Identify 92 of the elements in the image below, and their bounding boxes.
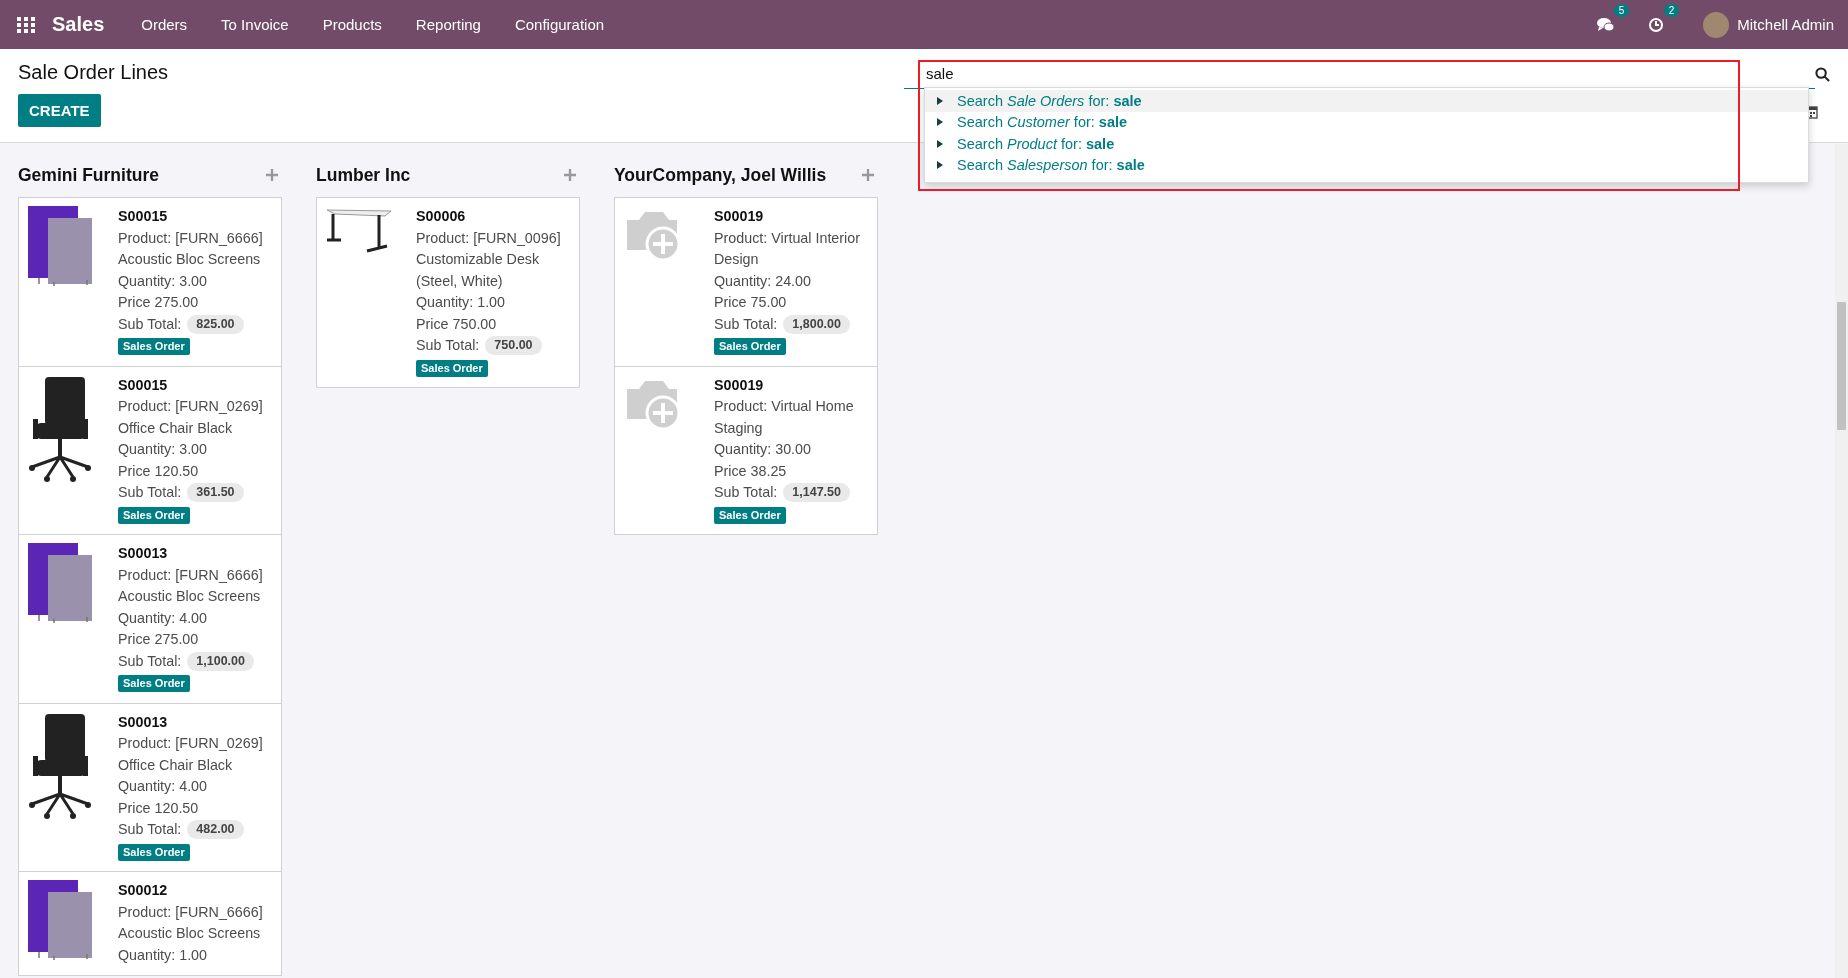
order-line-card[interactable]: S00013 Product: [FURN_0269] Office Chair Black Quantity: 4.00 Price 120.50 Sub Total: 482.00 Sales Order [18,702,282,872]
caret-icon [937,139,943,148]
chat-bubbles-icon[interactable] [1597,16,1616,33]
order-reference: S00012 [118,881,169,900]
order-line-card[interactable]: S00006 Product: [FURN_0096] Customizable Desk (Steel, White) Quantity: 1.00 Price 750.00 Sub Total: 750.00 Sales Order [316,197,580,388]
card-quantity: Quantity: 30.00 [714,440,812,459]
scrollbar-thumb[interactable] [1837,302,1846,430]
search-suggestion[interactable]: Search Sale Orders for: sale [925,90,1808,112]
menu-item[interactable]: Orders [124,0,205,49]
order-reference: S00015 [118,375,169,395]
create-button[interactable]: CREATE [18,94,101,127]
plus-icon[interactable] [862,169,874,181]
caret-icon [937,161,943,170]
card-quantity: Quantity: 3.00 [118,271,208,291]
scrollbar[interactable] [1835,144,1848,978]
menu-item[interactable]: Products [305,0,399,49]
card-price: Price 275.00 [118,630,200,649]
card-price: Price 75.00 [714,293,788,312]
subtotal-label: Sub Total: [714,483,778,502]
order-reference: S00013 [118,544,169,563]
page-title: Sale Order Lines [18,61,169,84]
app-name[interactable]: Sales [52,13,105,36]
activity-count-badge: 2 [1663,3,1680,17]
subtotal-amount: 825.00 [187,314,244,334]
subtotal-amount: 750.00 [485,336,542,356]
plus-icon[interactable] [564,169,576,181]
card-product: Product: [FURN_0269] Office Chair Black [118,734,264,775]
card-price: Price 275.00 [118,293,200,312]
caret-icon [937,96,943,105]
clock-icon[interactable] [1648,16,1665,33]
status-tag: Sales Order [118,506,190,524]
order-line-card[interactable]: S00013 Product: [FURN_6666] Acoustic Bloc Screens Quantity: 4.00 Price 275.00 Sub Total: 1,100.00 Sales Order [18,534,282,704]
apps-menu-icon[interactable] [16,14,36,35]
card-product: Product: Virtual Home Staging [714,397,855,438]
subtotal-label: Sub Total: [118,820,182,839]
card-quantity: Quantity: 24.00 [714,271,812,291]
card-quantity: Quantity: 4.00 [118,608,208,628]
search-suggestion[interactable]: Search Product for: sale [925,133,1808,155]
card-product: Product: [FURN_0269] Office Chair Black [118,397,264,438]
card-price: Price 750.00 [416,314,498,334]
card-price: Price 120.50 [118,798,200,818]
message-count-badge: 5 [1613,3,1630,17]
column-title: Gemini Furniture [18,164,159,186]
card-product: Product: [FURN_6666] Acoustic Bloc Screens [118,228,264,269]
order-reference: S00015 [118,207,169,226]
card-quantity: Quantity: 1.00 [416,293,506,312]
status-tag: Sales Order [416,359,488,377]
order-line-card[interactable]: S00019 Product: Virtual Home Staging Quantity: 30.00 Price 38.25 Sub Total: 1,147.50 Sales Order [614,365,878,535]
subtotal-amount: 1,800.00 [783,314,850,334]
user-avatar[interactable] [1703,11,1730,38]
order-reference: S00019 [714,207,765,226]
order-line-card[interactable]: S00019 Product: Virtual Interior Design Quantity: 24.00 Price 75.00 Sub Total: 1,800.00 Sales Order [614,197,878,367]
status-tag: Sales Order [118,675,190,692]
card-product: Product: [FURN_0096] Customizable Desk (Steel, White) [416,228,562,291]
search-suggestion[interactable]: Search Salesperson for: sale [925,154,1808,176]
card-quantity: Quantity: 3.00 [118,440,208,459]
column-title: Lumber Inc [316,164,411,186]
card-price: Price 38.25 [714,461,788,481]
menu-item[interactable]: To Invoice [204,0,306,49]
caret-icon [937,118,943,127]
search-suggestion[interactable]: Search Customer for: sale [925,111,1808,133]
plus-icon[interactable] [266,169,278,181]
user-name[interactable]: Mitchell Admin [1737,16,1834,33]
column-title: YourCompany, Joel Willis [614,164,827,186]
card-product: Product: [FURN_6666] Acoustic Bloc Screens [118,902,264,943]
order-line-card[interactable]: S00012 Product: [FURN_6666] Acoustic Bloc Screens Quantity: 1.00 [18,871,282,976]
subtotal-amount: 1,147.50 [783,483,850,503]
status-tag: Sales Order [714,506,786,524]
order-reference: S00019 [714,375,765,395]
card-quantity: Quantity: 1.00 [118,945,208,965]
status-tag: Sales Order [714,338,786,355]
subtotal-label: Sub Total: [118,651,182,671]
order-line-card[interactable]: S00015 Product: [FURN_6666] Acoustic Bloc Screens Quantity: 3.00 Price 275.00 Sub Total: 825.00 Sales Order [18,197,282,367]
subtotal-label: Sub Total: [714,314,778,334]
card-product: Product: [FURN_6666] Acoustic Bloc Screens [118,565,264,606]
card-quantity: Quantity: 4.00 [118,777,208,796]
status-tag: Sales Order [118,843,190,861]
menu-item[interactable]: Reporting [398,0,498,49]
card-price: Price 120.50 [118,461,200,481]
menu-item[interactable]: Configuration [497,0,622,49]
subtotal-label: Sub Total: [118,314,182,334]
order-reference: S00013 [118,712,169,732]
status-tag: Sales Order [118,338,190,355]
order-line-card[interactable]: S00015 Product: [FURN_0269] Office Chair Black Quantity: 3.00 Price 120.50 Sub Total: 361.50 Sales Order [18,365,282,535]
subtotal-amount: 361.50 [187,483,244,503]
subtotal-label: Sub Total: [416,336,480,355]
card-product: Product: Virtual Interior Design [714,228,861,269]
search-icon[interactable] [1815,66,1830,82]
subtotal-label: Sub Total: [118,483,182,502]
subtotal-amount: 482.00 [187,820,244,840]
order-reference: S00006 [416,207,467,226]
subtotal-amount: 1,100.00 [187,651,254,671]
